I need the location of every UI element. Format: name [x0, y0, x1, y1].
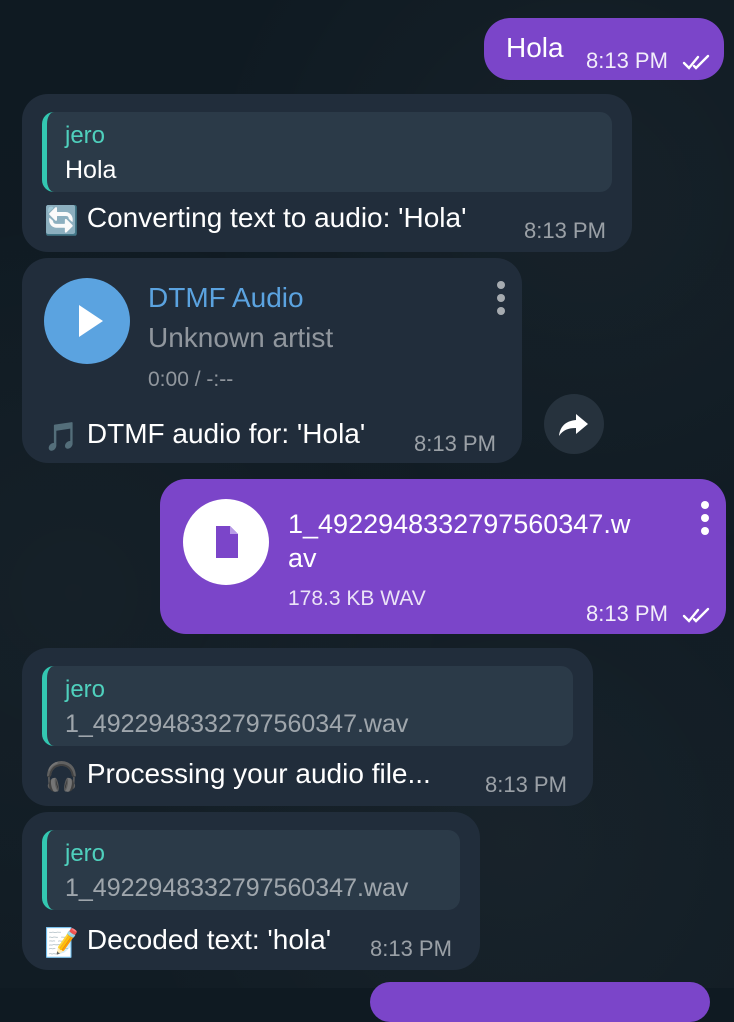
share-button[interactable] [544, 394, 604, 454]
play-button[interactable] [44, 278, 130, 364]
message-time-text: 8:13 PM [586, 601, 668, 626]
memo-icon: 📝 [44, 927, 79, 958]
music-note-icon: 🎵 [44, 421, 79, 452]
double-check-icon [682, 607, 710, 623]
message-incoming-converting[interactable]: jero Hola 🔄 Converting text to audio: 'Ho… [22, 94, 632, 252]
message-time: 8:13 PM [414, 431, 496, 456]
message-text: Processing your audio file... [86, 758, 431, 789]
message-text-row: 🔄 Converting text to audio: 'Hola' [44, 202, 466, 237]
more-vert-icon[interactable] [495, 280, 507, 316]
reply-preview[interactable]: jero 1_4922948332797560347.wav [42, 830, 460, 910]
refresh-icon: 🔄 [44, 205, 79, 236]
message-time: 8:13 PM [586, 48, 714, 74]
message-time: 8:13 PM [485, 772, 567, 797]
message-time-text: 8:13 PM [586, 48, 668, 73]
file-name-line1: 1_4922948332797560347.w [288, 509, 631, 539]
reply-preview[interactable]: jero 1_4922948332797560347.wav [42, 666, 573, 746]
message-text-row: 🎧 Processing your audio file... [44, 758, 431, 793]
reply-author: jero [65, 122, 106, 149]
audio-duration: 0:00 / -:-- [148, 368, 234, 391]
message-time: 8:13 PM [586, 601, 714, 627]
reply-text: 1_4922948332797560347.wav [65, 710, 409, 738]
message-outgoing-partial[interactable] [370, 982, 710, 1022]
share-icon [559, 414, 588, 436]
message-time: 8:13 PM [370, 936, 452, 961]
reply-text: Hola [65, 156, 117, 184]
play-icon [79, 305, 103, 337]
more-vert-icon[interactable] [699, 500, 711, 536]
audio-artist: Unknown artist [148, 322, 334, 353]
message-incoming-audio[interactable]: DTMF Audio Unknown artist 0:00 / -:-- 🎵 D… [22, 258, 522, 463]
message-text: DTMF audio for: 'Hola' [86, 418, 366, 449]
reply-preview[interactable]: jero Hola [42, 112, 612, 192]
message-text: Hola [506, 32, 564, 63]
file-name-line2: av [288, 543, 317, 573]
double-check-icon [682, 54, 710, 70]
audio-title: DTMF Audio [148, 282, 304, 313]
reply-author: jero [65, 840, 106, 867]
message-incoming-decoded[interactable]: jero 1_4922948332797560347.wav 📝 Decoded … [22, 812, 480, 970]
message-outgoing-hola[interactable]: Hola 8:13 PM [484, 18, 724, 80]
message-incoming-processing[interactable]: jero 1_4922948332797560347.wav 🎧 Processi… [22, 648, 593, 806]
file-download-button[interactable] [183, 499, 269, 585]
headphones-icon: 🎧 [44, 761, 79, 792]
message-text-row: 🎵 DTMF audio for: 'Hola' [44, 418, 365, 453]
message-text: Converting text to audio: 'Hola' [86, 202, 467, 233]
message-time: 8:13 PM [524, 218, 606, 243]
reply-author: jero [65, 676, 106, 703]
file-meta: 178.3 KB WAV [288, 587, 426, 610]
reply-text: 1_4922948332797560347.wav [65, 874, 409, 902]
message-outgoing-file[interactable]: 1_4922948332797560347.w av 178.3 KB WAV … [160, 479, 726, 634]
file-icon [216, 526, 238, 558]
message-text: Decoded text: 'hola' [86, 924, 332, 955]
message-text-row: 📝 Decoded text: 'hola' [44, 924, 331, 959]
